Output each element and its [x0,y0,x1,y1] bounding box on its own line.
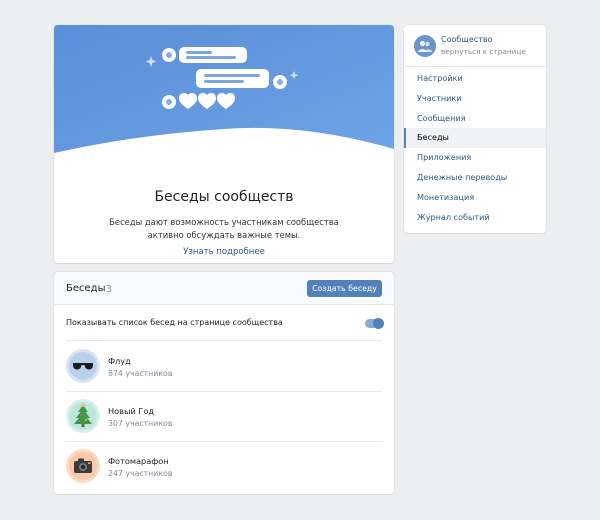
chat-item-flood[interactable]: Флуд 874 участников [66,342,382,392]
settings-sidebar: Сообщество вернуться к странице Настройк… [404,25,546,233]
chat-members-count: 874 участников [108,369,173,378]
toggle-knob [373,318,384,329]
chat-item-new-year[interactable]: Новый Год 307 участников [66,392,382,442]
promo-description: Беседы дают возможность участникам сообщ… [109,217,339,240]
community-name[interactable]: Сообщество [441,35,492,44]
chat-name: Флуд [108,356,131,366]
sidebar-item-apps[interactable]: Приложения [404,148,546,168]
create-chat-button[interactable]: Создать беседу [307,280,382,297]
sidebar-item-messages[interactable]: Сообщения [404,109,546,129]
sidebar-menu: Настройки Участники Сообщения Беседы При… [404,69,546,227]
sidebar-item-money-transfers[interactable]: Денежные переводы [404,168,546,188]
chat-name: Новый Год [108,406,155,416]
chat-avatar [66,399,100,433]
christmas-tree-icon [66,399,100,433]
sidebar-item-settings[interactable]: Настройки [404,69,546,89]
camera-icon [66,449,100,483]
chat-avatar [66,449,100,483]
chat-item-photo-marathon[interactable]: Фотомарафон 247 участников [66,442,382,492]
sidebar-item-monetization[interactable]: Монетизация [404,188,546,208]
chats-banner-illustration [54,25,394,153]
chats-title: Беседы [66,283,106,294]
show-chats-setting: Показывать список бесед на странице сооб… [66,305,384,341]
chat-members-count: 247 участников [108,469,173,478]
community-icon [414,35,436,57]
chat-avatar [66,349,100,383]
promo-title: Беседы сообществ [154,189,294,205]
chat-list: Флуд 874 участников Новый Год 307 участн… [66,342,382,492]
chat-name: Фотомарафон [108,456,169,466]
chats-promo-card: Беседы сообществ Беседы дают возможность… [54,25,394,263]
show-chats-label: Показывать список бесед на странице сооб… [66,318,283,327]
back-to-page-link[interactable]: вернуться к странице [441,47,526,56]
sidebar-community-header[interactable]: Сообщество вернуться к странице [404,25,546,67]
learn-more-link[interactable]: Узнать подробнее [54,247,394,257]
show-chats-toggle[interactable] [365,318,384,329]
chats-count: 3 [106,283,113,295]
sunglasses-icon [66,349,100,383]
sidebar-item-members[interactable]: Участники [404,89,546,109]
sidebar-item-chats[interactable]: Беседы [404,128,546,149]
chat-members-count: 307 участников [108,419,173,428]
chats-list-card: Беседы 3 Создать беседу Показывать списо… [54,272,394,494]
community-avatar [414,35,436,57]
sidebar-item-event-log[interactable]: Журнал событий [404,208,546,228]
chats-header: Беседы 3 Создать беседу [54,272,394,305]
